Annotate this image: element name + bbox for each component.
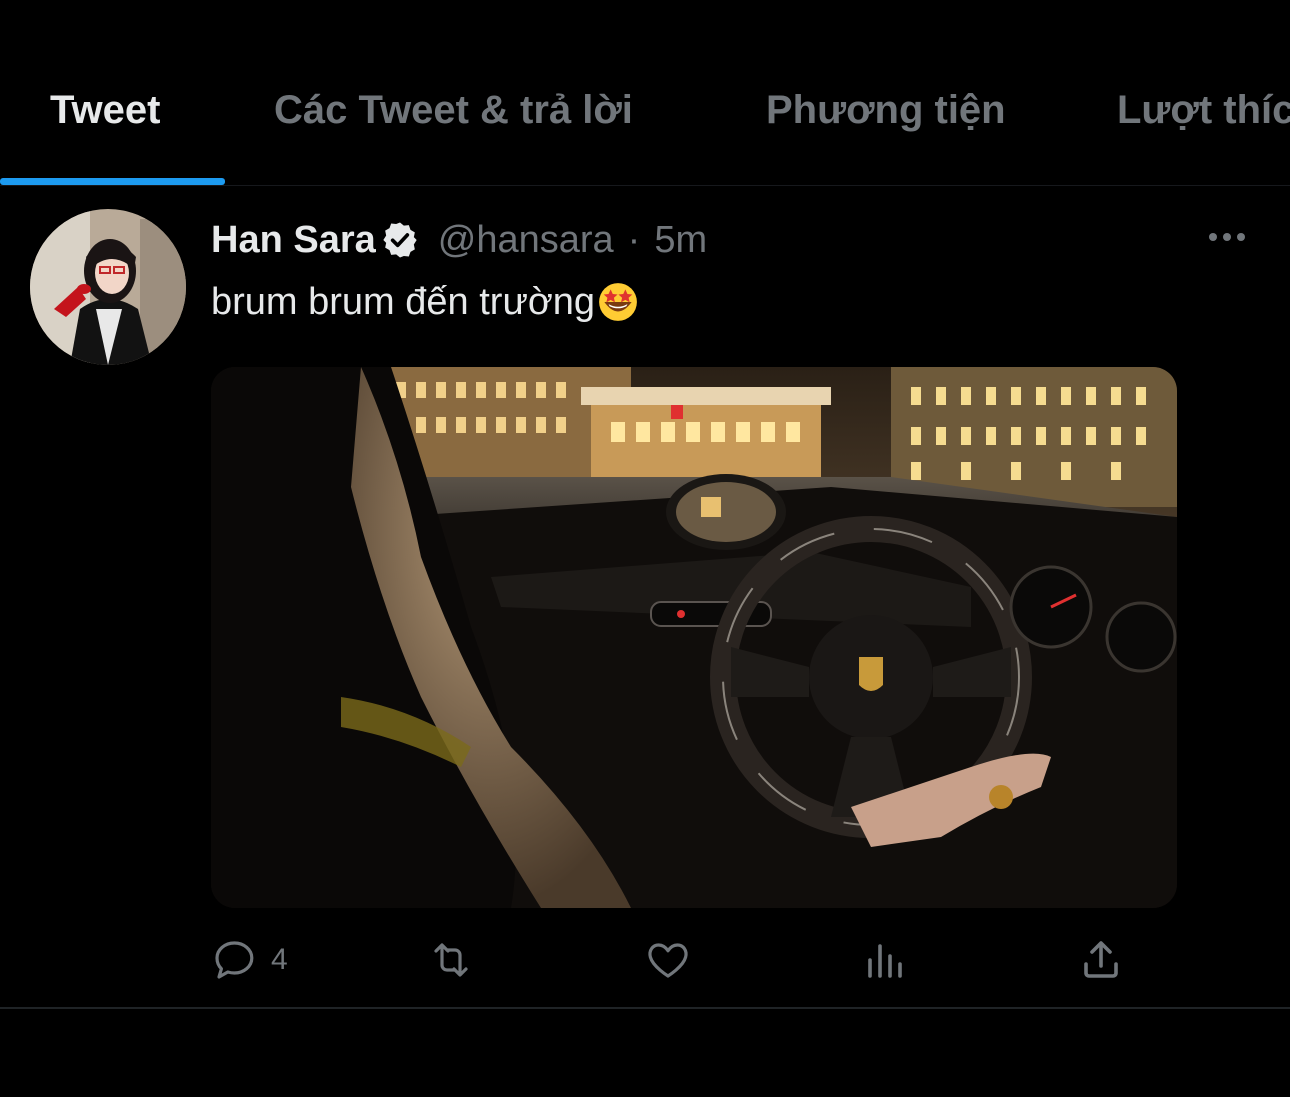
verified-badge-icon [383, 222, 417, 258]
profile-timeline: Tweet Các Tweet & trả lời Phương tiện Lư… [0, 0, 1290, 1097]
tweet-divider [0, 1007, 1290, 1009]
share-icon [1084, 941, 1118, 978]
retweet-button[interactable] [427, 930, 475, 990]
star-struck-emoji-icon [599, 283, 637, 321]
reply-button[interactable]: 4 [211, 930, 288, 990]
header-separator: · [627, 218, 641, 261]
analytics-icon [868, 944, 902, 978]
reply-icon [215, 941, 254, 979]
reply-count: 4 [271, 943, 288, 976]
tab-tweets-and-replies[interactable]: Các Tweet & trả lời [274, 84, 633, 136]
tab-likes[interactable]: Lượt thích [1117, 84, 1290, 136]
tab-tweets[interactable]: Tweet [50, 84, 160, 136]
profile-tabs: Tweet Các Tweet & trả lời Phương tiện Lư… [0, 0, 1290, 186]
views-button[interactable] [861, 930, 909, 990]
tab-media[interactable]: Phương tiện [766, 84, 1006, 136]
tweet-media-image[interactable] [211, 367, 1177, 908]
display-name[interactable]: Han Sara [211, 219, 376, 262]
tweet-header: Han Sara @hansara · 5m [211, 214, 707, 266]
tweet-text: brum brum đến trường [211, 276, 639, 328]
active-tab-indicator [0, 178, 225, 185]
tabs-divider [0, 185, 1290, 186]
retweet-icon [434, 943, 468, 977]
more-options-icon[interactable] [1204, 222, 1250, 252]
user-handle[interactable]: @hansara [438, 219, 614, 262]
heart-icon [648, 943, 688, 978]
tweet-actions: 4 [211, 930, 1177, 990]
share-button[interactable] [1077, 930, 1125, 990]
avatar[interactable] [30, 209, 186, 365]
tweet-text-content: brum brum đến trường [211, 281, 596, 323]
like-button[interactable] [644, 930, 692, 990]
tweet-timestamp[interactable]: 5m [654, 219, 707, 262]
